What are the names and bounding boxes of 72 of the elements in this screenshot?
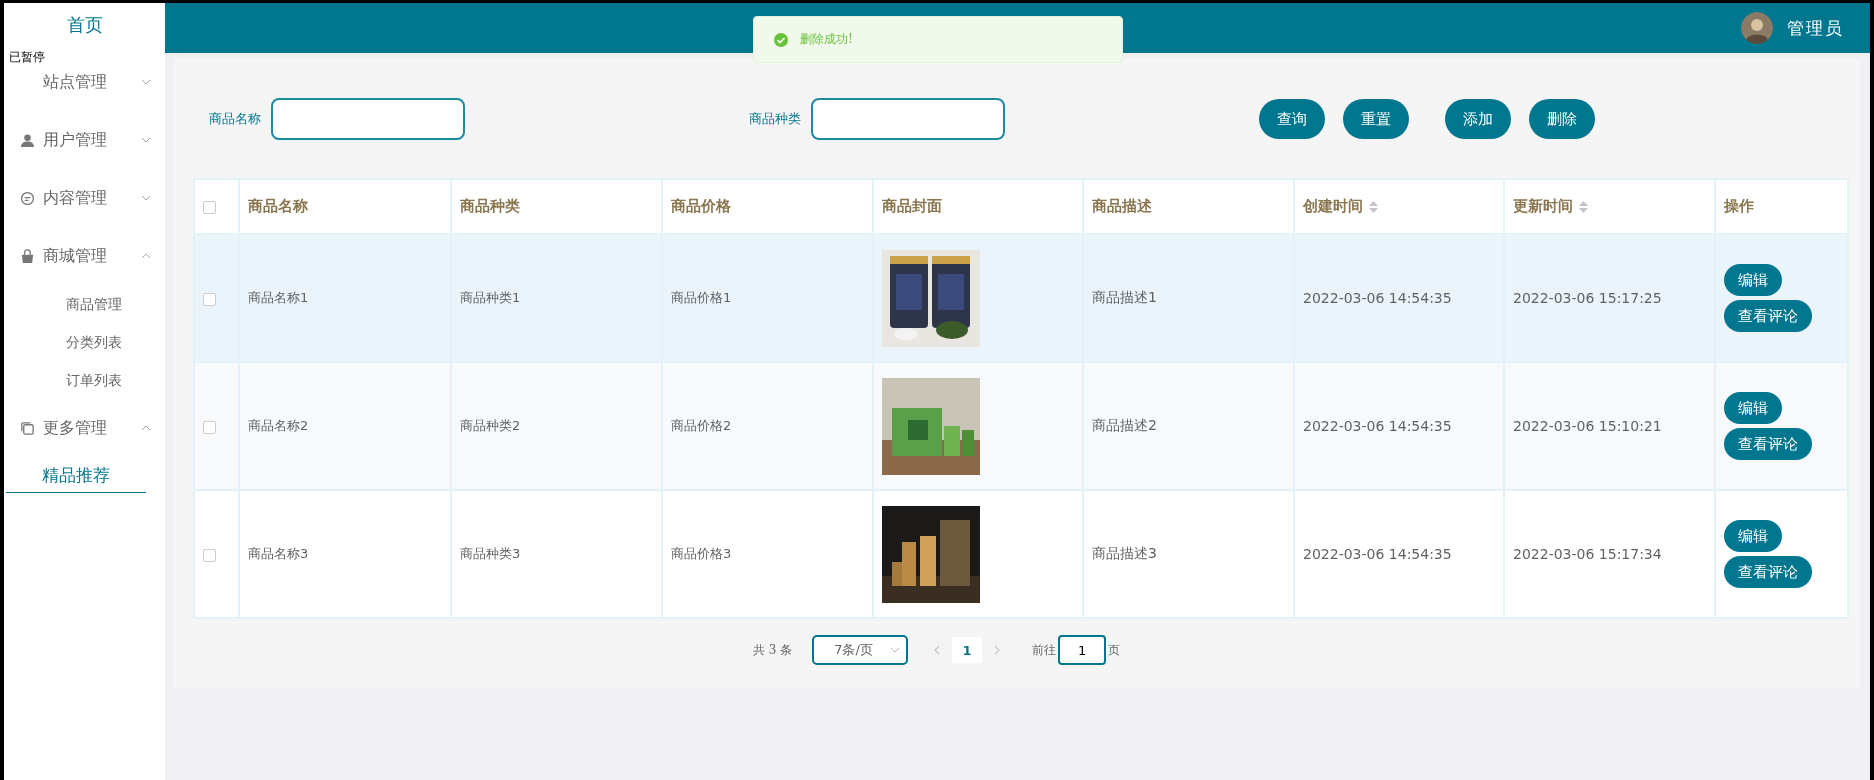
table-cell: 商品名称2 (248, 418, 309, 433)
search-field[interactable] (271, 98, 465, 140)
table-cell: 2022-03-06 14:54:35 (1303, 290, 1452, 306)
sidebar-item[interactable]: 内容管理 (4, 169, 165, 227)
submenu-item[interactable]: 精品推荐 (6, 457, 146, 493)
total-count: 共 3 条 (752, 641, 793, 659)
sidebar-item[interactable]: 商城管理 (4, 227, 165, 285)
success-icon (774, 32, 788, 47)
bag-icon (20, 248, 35, 264)
avatar (1741, 12, 1773, 44)
action-button[interactable]: 删除 (1529, 99, 1595, 139)
table-cell: 商品描述2 (1092, 417, 1157, 433)
table-cell: 商品名称3 (248, 546, 309, 561)
column-header: 商品封面 (882, 197, 942, 215)
page-input[interactable]: 1 (1058, 635, 1107, 665)
page-size-select[interactable]: 7条/页 (812, 635, 909, 665)
submenu-item[interactable]: 订单列表 (4, 361, 165, 399)
row-action-button[interactable]: 编辑 (1724, 264, 1782, 296)
action-button[interactable]: 重置 (1343, 99, 1409, 139)
copy-icon (20, 420, 35, 436)
sort-icon[interactable] (1369, 200, 1378, 213)
submenu-item[interactable]: 分类列表 (4, 323, 165, 361)
column-header: 商品种类 (460, 197, 520, 215)
person-icon (20, 132, 35, 148)
column-header: 商品描述 (1092, 197, 1152, 215)
search-field[interactable] (811, 98, 1005, 140)
column-header: 商品名称 (248, 197, 308, 215)
sidebar-item[interactable]: 用户管理 (4, 111, 165, 169)
checkbox[interactable] (203, 200, 216, 214)
action-button[interactable]: 查询 (1259, 99, 1325, 139)
table-cell: 商品描述3 (1092, 545, 1157, 561)
user-name: 管理员 (1787, 16, 1844, 40)
chevron-icon (993, 645, 1002, 655)
column-header: 更新时间 (1513, 197, 1573, 215)
table-cell: 商品价格3 (671, 546, 732, 561)
checkbox[interactable] (203, 548, 216, 562)
sidebar-item[interactable]: 更多管理 (4, 399, 165, 457)
field-label: 商品种类 (749, 110, 801, 128)
table-cell: 商品名称1 (248, 290, 309, 305)
table-cell: 2022-03-06 15:10:21 (1513, 418, 1662, 434)
page-suffix: 页 (1108, 641, 1121, 659)
checkbox[interactable] (203, 420, 216, 434)
table-cell: 商品种类1 (460, 290, 521, 305)
column-header: 操作 (1724, 197, 1754, 215)
table-cell: 商品价格2 (671, 418, 732, 433)
table-cell: 2022-03-06 14:54:35 (1303, 546, 1452, 562)
action-button[interactable]: 添加 (1445, 99, 1511, 139)
chevron-icon (933, 645, 942, 655)
field-label: 商品名称 (209, 110, 261, 128)
sort-icon[interactable] (1579, 200, 1588, 213)
column-header: 商品价格 (671, 197, 731, 215)
toast-message: 删除成功! (753, 16, 1123, 63)
table-cell: 商品描述1 (1092, 289, 1157, 305)
table-cell: 商品种类3 (460, 546, 521, 561)
chevron-icon (890, 645, 901, 655)
table-cell: 2022-03-06 15:17:34 (1513, 546, 1662, 562)
table-cell: 2022-03-06 14:54:35 (1303, 418, 1452, 434)
table-cell: 商品种类2 (460, 418, 521, 433)
recording-status-label: 已暂停 (8, 49, 46, 66)
row-action-button[interactable]: 查看评论 (1724, 428, 1812, 460)
row-action-button[interactable]: 编辑 (1724, 392, 1782, 424)
row-action-button[interactable]: 查看评论 (1724, 556, 1812, 588)
column-header: 创建时间 (1303, 197, 1363, 215)
table-cell: 2022-03-06 15:17:25 (1513, 290, 1662, 306)
submenu-item[interactable]: 商品管理 (4, 285, 165, 323)
goto-label: 前往 (1032, 641, 1057, 659)
page-button[interactable]: 1 (952, 637, 983, 663)
row-action-button[interactable]: 查看评论 (1724, 300, 1812, 332)
chat-icon (20, 190, 35, 206)
table-cell: 商品价格1 (671, 290, 732, 305)
checkbox[interactable] (203, 292, 216, 306)
row-action-button[interactable]: 编辑 (1724, 520, 1782, 552)
